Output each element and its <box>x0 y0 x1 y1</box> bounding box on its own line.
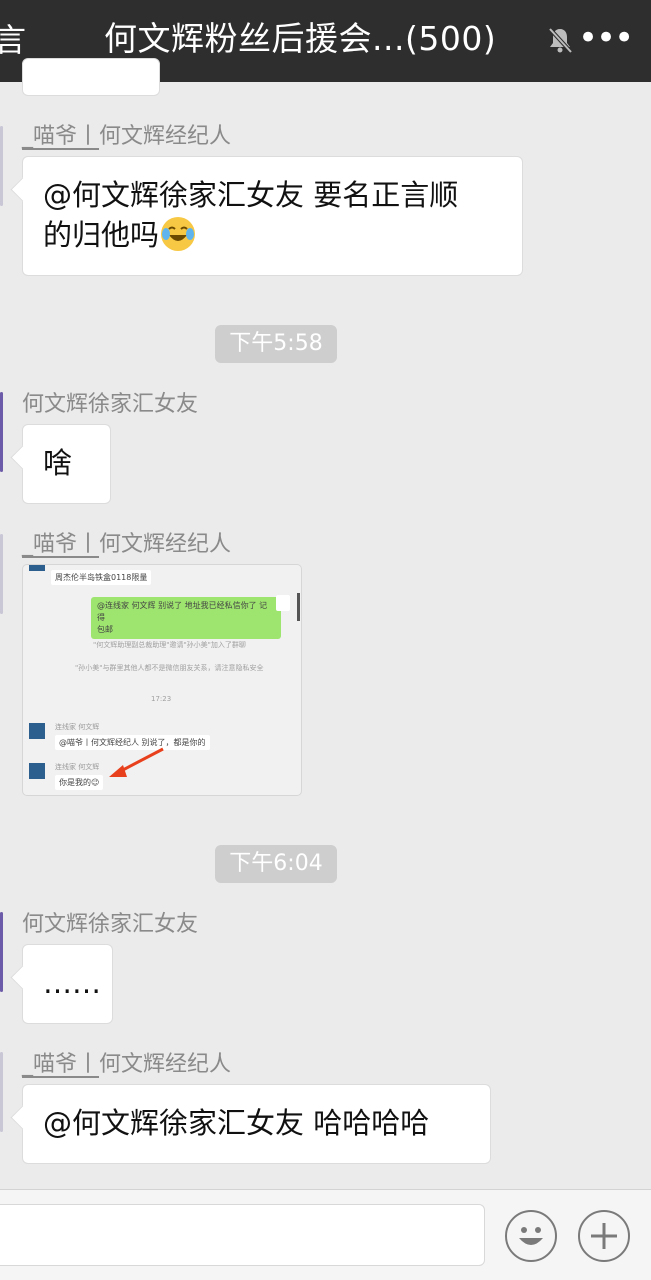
sender-name: 何文辉徐家汇女友 <box>22 392 199 417</box>
avatar[interactable] <box>0 534 3 614</box>
avatar[interactable] <box>0 392 3 472</box>
image-scrollbar <box>297 593 300 621</box>
image-text: 你是我的😉 <box>55 775 104 790</box>
timestamp: 下午6:04 <box>215 845 337 883</box>
red-arrow-icon <box>109 747 164 777</box>
sender-name: _喵爷丨何文辉经纪人 <box>22 532 232 557</box>
avatar[interactable] <box>0 912 3 992</box>
back-button[interactable]: 言 <box>0 18 26 62</box>
image-system-text: "何文辉助理副总裁助理"邀请"孙小美"加入了群聊 <box>93 641 246 649</box>
message-input[interactable] <box>0 1204 485 1266</box>
mute-bell-icon <box>548 27 573 54</box>
avatar[interactable] <box>0 126 3 206</box>
avatar <box>29 763 45 779</box>
chat-title: 何文辉粉丝后援会...(500) <box>104 19 497 58</box>
message-bubble[interactable]: …… <box>22 944 113 1024</box>
image-green-bubble: @连线家 何文辉 别说了 地址我已经私信你了 记得 包邮 <box>91 597 281 639</box>
image-system-text: "孙小美"与群里其他人都不是微信朋友关系，请注意隐私安全 <box>75 664 264 672</box>
message-text: 的归他吗 <box>43 215 502 255</box>
input-bar <box>0 1189 651 1280</box>
message-bubble[interactable]: @何文辉徐家汇女友 哈哈哈哈 <box>22 1084 491 1164</box>
more-features-button[interactable] <box>578 1210 630 1262</box>
smiley-icon <box>519 1227 543 1245</box>
message-text: @何文辉徐家汇女友 要名正言顺 <box>43 178 459 212</box>
sender-name: _喵爷丨何文辉经纪人 <box>22 1052 232 1077</box>
message-bubble[interactable]: 啥 <box>22 424 111 504</box>
laughing-crying-emoji-icon <box>161 217 196 251</box>
image-name: 连线家 何文辉 <box>55 723 100 731</box>
message-bubble[interactable]: @何文辉徐家汇女友 要名正言顺 的归他吗 <box>22 156 523 276</box>
emoji-button[interactable] <box>505 1210 557 1262</box>
sender-name: 何文辉徐家汇女友 <box>22 912 199 937</box>
image-text: 周杰伦半岛铁盒0118限量 <box>51 570 152 585</box>
image-avatar <box>276 595 290 611</box>
image-name: 连线家 何文辉 <box>55 763 100 771</box>
avatar <box>29 565 45 571</box>
sender-name: _喵爷丨何文辉经纪人 <box>22 124 232 149</box>
more-options-button[interactable]: ••• <box>578 16 634 60</box>
avatar <box>29 723 45 739</box>
avatar[interactable] <box>0 1052 3 1132</box>
message-bubble-partial[interactable] <box>22 58 160 96</box>
timestamp: 下午5:58 <box>215 325 337 363</box>
image-message[interactable]: 周杰伦半岛铁盒0118限量 @连线家 何文辉 别说了 地址我已经私信你了 记得 … <box>22 564 302 796</box>
plus-icon <box>591 1223 617 1249</box>
image-time: 17:23 <box>151 695 172 703</box>
